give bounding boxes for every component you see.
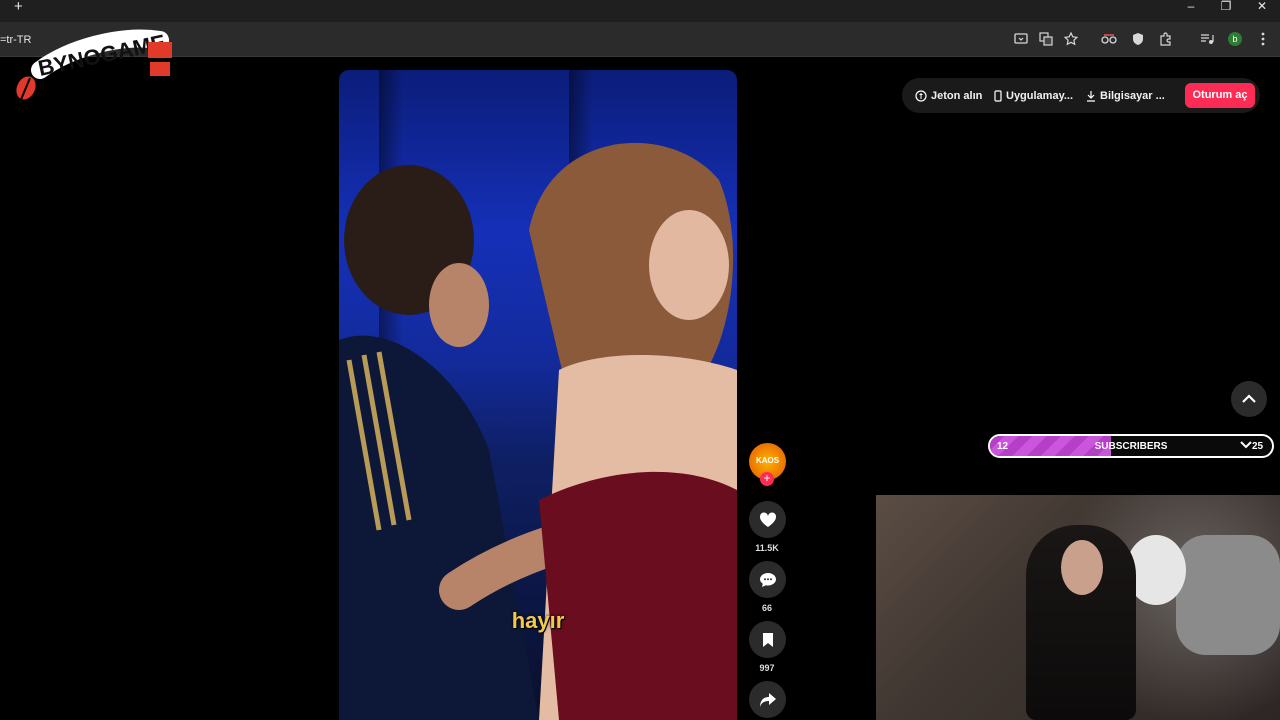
chevron-down-icon [1240,441,1252,449]
save-button[interactable] [749,621,786,658]
get-app-link[interactable]: Uygulamay... [994,78,1073,113]
login-button[interactable]: Oturum aç [1185,83,1255,108]
webcam-streamer-face [1061,540,1103,595]
streamer-webcam [876,495,1280,720]
download-icon [1087,90,1095,102]
subscriber-goal-bar: 12 SUBSCRIBERS 25 [988,434,1274,458]
video-player[interactable]: hayır [339,70,737,720]
heart-icon [759,511,776,527]
follow-button[interactable]: + [760,472,774,486]
webcam-chair [1176,535,1280,655]
new-tab-button[interactable]: + [14,0,30,14]
shield-icon[interactable] [1130,31,1146,47]
extensions-puzzle-icon[interactable] [1158,31,1174,47]
browser-toolbar: =tr-TR b [0,22,1280,57]
profile-avatar[interactable]: b [1228,32,1242,46]
get-app-label: Uygulamay... [1006,89,1074,102]
video-caption: hayır [511,608,565,633]
phone-icon [994,89,1002,102]
bookmark-star-icon[interactable] [1063,31,1079,47]
comment-icon [759,572,776,587]
creator-avatar-text: KAOS [755,456,780,465]
media-controls-icon[interactable] [1199,31,1215,47]
extension-glasses-icon[interactable] [1101,31,1117,47]
chevron-up-icon [1242,394,1256,403]
cast-icon[interactable] [1013,31,1029,47]
subscriber-goal: 25 [1252,441,1264,452]
like-count: 11.5K [755,543,779,553]
close-button[interactable]: ✕ [1247,0,1277,14]
like-button[interactable] [749,501,786,538]
bynogame-logo: BYNOGAME [16,29,172,103]
get-coins-link[interactable]: Jeton alın [915,78,982,113]
minimize-button[interactable]: – [1176,0,1206,14]
restore-button[interactable]: ❐ [1211,0,1241,14]
comment-count: 66 [761,603,772,613]
comment-button[interactable] [749,561,786,598]
tab-strip: + – ❐ ✕ [0,0,1280,22]
get-coins-label: Jeton alın [931,89,983,102]
desktop-app-label: Bilgisayar ... [1100,89,1165,102]
desktop-app-link[interactable]: Bilgisayar ... [1086,78,1165,113]
bookmark-icon [762,632,773,647]
coin-icon [915,89,927,102]
save-count: 997 [759,663,775,673]
translate-icon[interactable] [1038,31,1054,47]
share-button[interactable] [749,681,786,718]
scroll-up-button[interactable] [1231,381,1267,417]
menu-kebab-icon[interactable] [1255,31,1271,47]
share-icon [759,692,776,707]
subscriber-label: SUBSCRIBERS [1094,441,1168,452]
